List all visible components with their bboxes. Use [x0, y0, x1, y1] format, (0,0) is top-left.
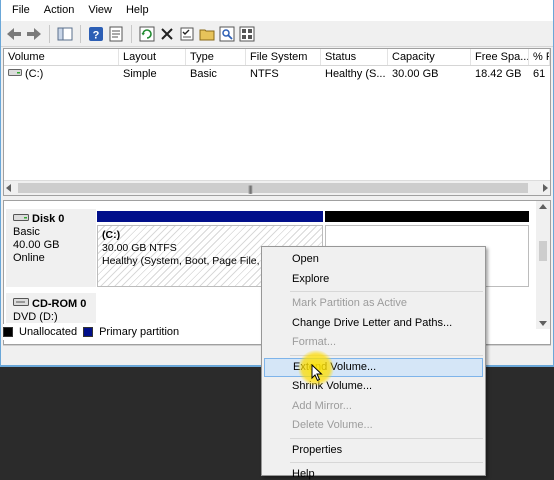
- column-header-capacity[interactable]: Capacity: [388, 49, 471, 65]
- menu-help[interactable]: Help: [119, 0, 156, 21]
- scroll-right-icon[interactable]: [543, 184, 548, 192]
- toolbar-separator: [49, 24, 50, 43]
- menu-item-delete-volume: Delete Volume...: [292, 419, 373, 431]
- cell-status: Healthy (S...: [325, 68, 386, 80]
- menu-item-explore[interactable]: Explore: [264, 270, 483, 290]
- table-row[interactable]: (C:) Simple Basic NTFS Healthy (S... 30.…: [4, 66, 550, 82]
- menu-item-mark-active: Mark Partition as Active: [292, 297, 407, 309]
- cell-file-system: NTFS: [250, 68, 279, 80]
- menu-item-shrink-volume[interactable]: Shrink Volume...: [264, 377, 483, 397]
- scroll-up-icon[interactable]: [539, 204, 547, 209]
- menu-action[interactable]: Action: [37, 0, 82, 21]
- cdrom-0-name: CD-ROM 0: [32, 297, 87, 310]
- legend-swatch-unallocated: [3, 327, 13, 337]
- drive-icon: [8, 66, 22, 82]
- legend: Unallocated Primary partition: [3, 324, 203, 340]
- context-menu: Open Explore Mark Partition as Active Ch…: [261, 246, 486, 480]
- refresh-icon[interactable]: [138, 25, 156, 43]
- unallocated-bar: [325, 211, 529, 222]
- disk-0-type: Basic: [13, 226, 40, 238]
- console-tree-icon[interactable]: [56, 25, 74, 43]
- disk-0-size: 40.00 GB: [13, 239, 60, 251]
- vertical-scrollbar[interactable]: [536, 201, 550, 329]
- scroll-down-icon[interactable]: [539, 321, 547, 326]
- disk-0-name: Disk 0: [32, 213, 65, 225]
- help-icon[interactable]: ?: [87, 25, 105, 43]
- column-header-row: Volume Layout Type File System Status Ca…: [4, 49, 550, 66]
- cell-volume: (C:): [4, 66, 119, 82]
- cdrom-icon: [13, 297, 29, 311]
- cdrom-0-drive: DVD (D:): [13, 311, 58, 323]
- column-header-percent-free[interactable]: % F: [529, 49, 550, 65]
- menu-item-properties[interactable]: Properties: [264, 441, 483, 461]
- grip-icon: |||: [248, 184, 253, 194]
- scrollbar-thumb[interactable]: [539, 241, 547, 261]
- toolbar: ?: [1, 21, 553, 47]
- column-header-layout[interactable]: Layout: [119, 49, 186, 65]
- folder-open-icon[interactable]: [198, 25, 216, 43]
- horizontal-scrollbar[interactable]: |||: [4, 180, 550, 195]
- menu-separator: [290, 291, 483, 292]
- legend-swatch-primary: [83, 327, 94, 337]
- view-list-icon[interactable]: [238, 25, 256, 43]
- volume-list: Volume Layout Type File System Status Ca…: [3, 48, 551, 196]
- menu-bar: File Action View Help: [1, 0, 553, 21]
- volume-name: (C:): [25, 68, 44, 80]
- legend-label-primary: Primary partition: [99, 326, 180, 338]
- scrollbar-thumb[interactable]: [18, 183, 528, 193]
- svg-text:?: ?: [93, 29, 100, 41]
- disk-0-state: Online: [13, 252, 45, 264]
- column-header-volume[interactable]: Volume: [4, 49, 119, 65]
- menu-separator: [290, 462, 483, 463]
- cell-type: Basic: [190, 68, 217, 80]
- toolbar-separator: [80, 24, 81, 43]
- menu-view[interactable]: View: [81, 0, 119, 21]
- cdrom-0-label[interactable]: CD-ROM 0 DVD (D:): [6, 293, 96, 323]
- menu-item-open[interactable]: Open: [264, 250, 483, 270]
- search-icon[interactable]: [218, 25, 236, 43]
- delete-icon[interactable]: [158, 25, 176, 43]
- menu-file[interactable]: File: [5, 0, 37, 21]
- disk-0-label[interactable]: Disk 0 Basic 40.00 GB Online: [6, 209, 96, 287]
- mouse-pointer-icon: [311, 363, 323, 385]
- column-header-file-system[interactable]: File System: [246, 49, 321, 65]
- menu-item-extend-volume[interactable]: Extend Volume...: [264, 357, 483, 377]
- back-arrow-icon[interactable]: [5, 25, 23, 43]
- primary-partition-bar: [97, 211, 323, 222]
- cell-free-space: 18.42 GB: [475, 68, 522, 80]
- scroll-left-icon[interactable]: [6, 184, 11, 192]
- menu-item-add-mirror: Add Mirror...: [292, 399, 352, 412]
- properties-icon[interactable]: [107, 25, 125, 43]
- forward-arrow-icon[interactable]: [25, 25, 43, 43]
- column-header-free-space[interactable]: Free Spa...: [471, 49, 529, 65]
- menu-item-format: Format...: [292, 336, 337, 348]
- menu-separator: [290, 437, 483, 439]
- cell-layout: Simple: [123, 68, 157, 80]
- column-header-status[interactable]: Status: [321, 49, 388, 65]
- cell-capacity: 30.00 GB: [392, 68, 439, 80]
- checklist-icon[interactable]: [178, 25, 196, 43]
- menu-item-change-drive-letter[interactable]: Change Drive Letter and Paths...: [264, 314, 483, 334]
- cell-percent-free: 61: [533, 68, 546, 80]
- legend-label-unallocated: Unallocated: [19, 326, 78, 338]
- toolbar-separator: [131, 24, 132, 43]
- disk-icon: [13, 213, 29, 226]
- menu-item-help[interactable]: Help: [264, 465, 483, 480]
- partition-c-name: (C:): [102, 229, 121, 241]
- column-header-type[interactable]: Type: [186, 49, 246, 65]
